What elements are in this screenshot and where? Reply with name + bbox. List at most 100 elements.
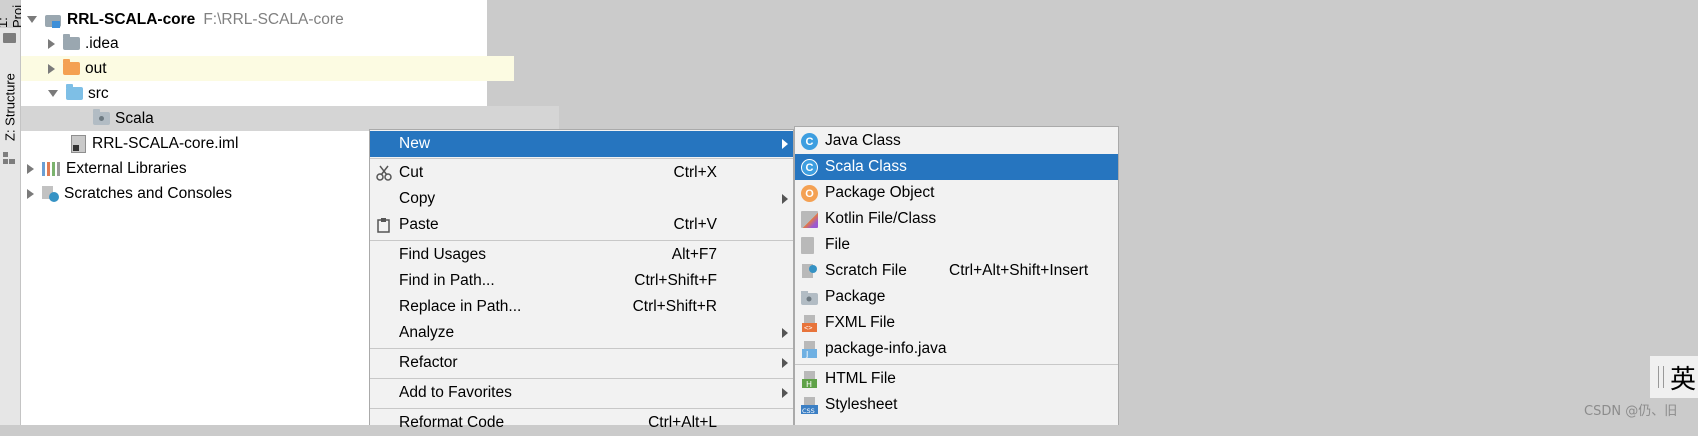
- submenu-item-package-info[interactable]: J package-info.java: [795, 336, 1118, 362]
- submenu-arrow-icon: [782, 194, 788, 204]
- tree-root[interactable]: RRL-SCALA-core F:\RRL-SCALA-core: [21, 7, 493, 32]
- menu-item-analyze[interactable]: Analyze: [370, 320, 793, 346]
- submenu-item-label: Package: [825, 288, 886, 305]
- new-submenu: C Java Class C Scala Class O Package Obj…: [794, 126, 1119, 425]
- submenu-item-package[interactable]: Package: [795, 284, 1118, 310]
- submenu-arrow-icon: [782, 139, 788, 149]
- submenu-arrow-icon: [782, 328, 788, 338]
- kotlin-file-icon: [801, 211, 818, 228]
- menu-item-shortcut: Ctrl+V: [673, 216, 718, 233]
- menu-item-reformat-code[interactable]: Reformat Code Ctrl+Alt+L: [370, 410, 793, 436]
- menu-item-find-in-path[interactable]: Find in Path... Ctrl+Shift+F: [370, 268, 793, 294]
- tree-item-label: Scala: [115, 109, 154, 127]
- ime-indicator[interactable]: 英: [1650, 356, 1698, 398]
- menu-item-replace-in-path[interactable]: Replace in Path... Ctrl+Shift+R: [370, 294, 793, 320]
- folder-icon: [3, 33, 16, 43]
- html-file-icon: H: [801, 371, 818, 389]
- menu-item-cut[interactable]: Cut Ctrl+X: [370, 160, 793, 186]
- expand-arrow-icon[interactable]: [27, 163, 34, 174]
- source-folder-icon: [66, 84, 83, 100]
- tree-item-label: .idea: [85, 34, 119, 52]
- tree-item-scala[interactable]: Scala: [21, 106, 559, 131]
- collapse-arrow-icon[interactable]: [27, 16, 37, 23]
- package-object-icon: O: [801, 185, 818, 202]
- submenu-item-package-object[interactable]: O Package Object: [795, 180, 1118, 206]
- project-name: RRL-SCALA-core: [67, 10, 196, 28]
- ime-label: 英: [1669, 364, 1696, 395]
- menu-item-label: Paste: [399, 216, 439, 233]
- menu-item-shortcut: Ctrl+X: [673, 164, 718, 181]
- submenu-item-label: Java Class: [825, 132, 901, 149]
- module-folder-icon: [45, 13, 62, 28]
- tree-item-label: out: [85, 59, 107, 77]
- submenu-item-label: Stylesheet: [825, 396, 898, 413]
- menu-separator: [795, 364, 1118, 365]
- submenu-item-label: FXML File: [825, 314, 896, 331]
- submenu-item-html-file[interactable]: H HTML File: [795, 366, 1118, 392]
- iml-file-icon: [71, 134, 86, 153]
- submenu-item-scala-class[interactable]: C Scala Class: [795, 154, 1118, 180]
- tool-window-strip: 1: Proj Z: Structure: [0, 0, 25, 425]
- excluded-folder-icon: [63, 59, 80, 75]
- tree-item-out[interactable]: out: [21, 56, 514, 81]
- submenu-item-scratch-file[interactable]: Scratch File Ctrl+Alt+Shift+Insert: [795, 258, 1118, 284]
- project-tool-tab[interactable]: 1: Proj: [0, 0, 25, 28]
- menu-separator: [370, 408, 793, 409]
- svg-text:H: H: [806, 380, 812, 388]
- menu-separator: [370, 378, 793, 379]
- file-icon: [801, 237, 814, 254]
- svg-text:CSS: CSS: [802, 407, 815, 414]
- scratch-file-icon: [801, 263, 818, 280]
- submenu-arrow-icon: [782, 358, 788, 368]
- menu-item-add-to-favorites[interactable]: Add to Favorites: [370, 380, 793, 406]
- menu-item-label: Refactor: [399, 354, 458, 371]
- expand-arrow-icon[interactable]: [48, 63, 55, 74]
- menu-item-refactor[interactable]: Refactor: [370, 350, 793, 376]
- java-file-icon: J: [801, 341, 818, 359]
- collapse-arrow-icon[interactable]: [48, 90, 58, 97]
- submenu-item-label: package-info.java: [825, 340, 947, 357]
- package-icon: [801, 289, 818, 306]
- menu-item-copy[interactable]: Copy: [370, 186, 793, 212]
- menu-item-new[interactable]: New: [370, 131, 793, 157]
- submenu-item-label: Scala Class: [825, 158, 907, 175]
- menu-item-label: Copy: [399, 190, 436, 207]
- menu-item-label: Add to Favorites: [399, 384, 512, 401]
- svg-text:<>: <>: [804, 324, 812, 332]
- tree-item-label: Scratches and Consoles: [64, 184, 233, 202]
- menu-item-shortcut: Ctrl+Alt+L: [648, 414, 717, 431]
- drag-handle-icon: [1658, 366, 1664, 388]
- menu-item-label: New: [399, 135, 431, 152]
- menu-item-label: Analyze: [399, 324, 455, 341]
- submenu-item-kotlin-file[interactable]: Kotlin File/Class: [795, 206, 1118, 232]
- tree-item-label: src: [88, 84, 109, 102]
- fxml-file-icon: <>: [801, 315, 818, 332]
- expand-arrow-icon[interactable]: [48, 38, 55, 49]
- tree-item-label: External Libraries: [66, 159, 187, 177]
- submenu-item-label: Package Object: [825, 184, 935, 201]
- menu-item-label: Cut: [399, 164, 424, 181]
- tree-item-src[interactable]: src: [21, 81, 514, 106]
- submenu-item-label: Kotlin File/Class: [825, 210, 937, 227]
- clipboard-icon: [376, 217, 392, 233]
- submenu-item-file[interactable]: File: [795, 232, 1118, 258]
- scratches-icon: [42, 185, 60, 202]
- expand-arrow-icon[interactable]: [27, 188, 34, 199]
- submenu-item-label: HTML File: [825, 370, 896, 387]
- menu-item-shortcut: Ctrl+Shift+F: [634, 272, 717, 289]
- libraries-icon: [42, 161, 60, 176]
- menu-item-shortcut: Ctrl+Shift+R: [632, 298, 717, 315]
- project-path: F:\RRL-SCALA-core: [203, 10, 344, 28]
- scissors-icon: [376, 165, 392, 181]
- submenu-item-fxml-file[interactable]: <> FXML File: [795, 310, 1118, 336]
- menu-separator: [370, 348, 793, 349]
- submenu-item-stylesheet[interactable]: CSS Stylesheet: [795, 392, 1118, 418]
- submenu-item-java-class[interactable]: C Java Class: [795, 128, 1118, 154]
- menu-item-find-usages[interactable]: Find Usages Alt+F7: [370, 242, 793, 268]
- menu-item-label: Replace in Path...: [399, 298, 522, 315]
- structure-tool-tab[interactable]: Z: Structure: [0, 68, 20, 146]
- tree-item-idea[interactable]: .idea: [21, 31, 514, 56]
- css-file-icon: CSS: [801, 397, 818, 415]
- menu-separator: [370, 240, 793, 241]
- menu-item-paste[interactable]: Paste Ctrl+V: [370, 212, 793, 238]
